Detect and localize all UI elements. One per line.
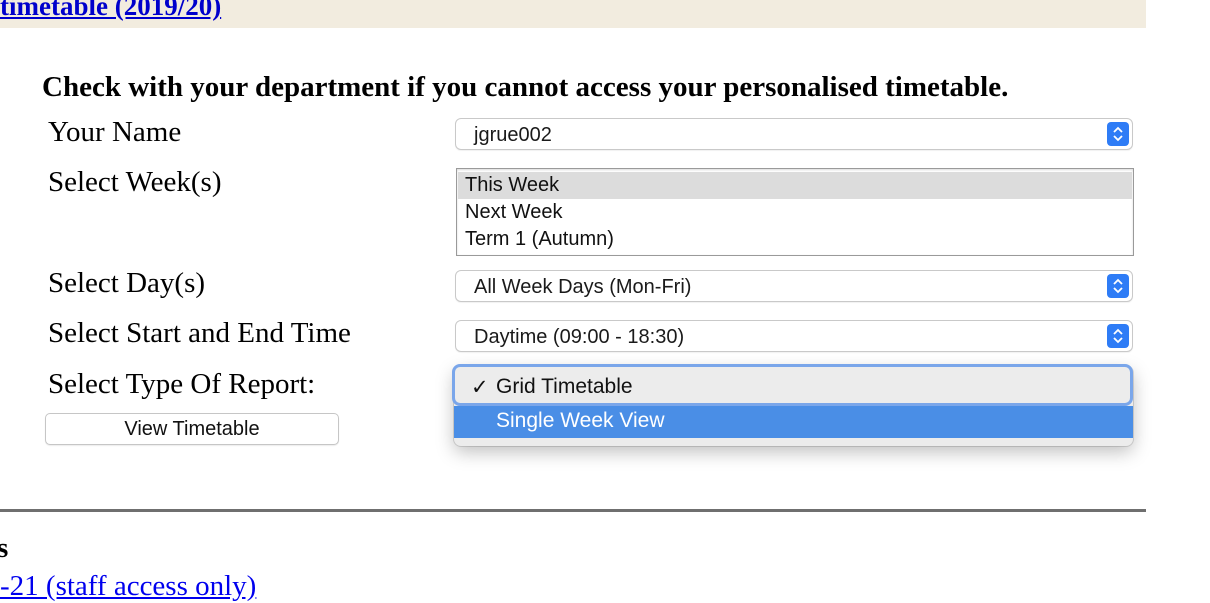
time-value: Daytime (09:00 - 18:30) — [474, 326, 685, 348]
days-select[interactable]: All Week Days (Mon-Fri) — [455, 270, 1133, 302]
weeks-option[interactable]: Next Week — [458, 199, 1132, 226]
staff-timetable-link[interactable]: -21 (staff access only) — [0, 570, 256, 603]
menu-item-grid-timetable[interactable]: ✓ Grid Timetable — [454, 375, 1133, 405]
weeks-option[interactable]: Term 1 (Autumn) — [458, 226, 1132, 253]
select-time-label: Select Start and End Time — [48, 317, 351, 349]
select-weeks-label: Select Week(s) — [48, 166, 222, 198]
time-select[interactable]: Daytime (09:00 - 18:30) — [455, 320, 1133, 352]
weeks-option[interactable]: This Week — [458, 172, 1132, 199]
your-name-label: Your Name — [48, 116, 182, 148]
chevron-up-down-icon — [1107, 122, 1129, 146]
menu-item-label: Grid Timetable — [496, 375, 633, 398]
menu-item-label: Single Week View — [496, 409, 665, 432]
menu-item-single-week-view[interactable]: Single Week View — [454, 406, 1133, 438]
checkmark-icon: ✓ — [471, 376, 489, 399]
page-heading: Check with your department if you cannot… — [42, 71, 1009, 103]
select-days-label: Select Day(s) — [48, 267, 206, 299]
report-type-dropdown-menu[interactable]: ✓ Grid Timetable Single Week View — [452, 364, 1133, 446]
chevron-up-down-icon — [1107, 274, 1129, 298]
timetable-link[interactable]: timetable (2019/20) — [0, 0, 221, 22]
view-timetable-button[interactable]: View Timetable — [45, 413, 339, 445]
header-bar: timetable (2019/20) — [0, 0, 1146, 28]
section-heading-fragment: s — [0, 532, 9, 564]
your-name-select[interactable]: jgrue002 — [455, 118, 1133, 150]
weeks-listbox[interactable]: This Week Next Week Term 1 (Autumn) — [456, 168, 1134, 256]
divider — [0, 509, 1146, 512]
select-report-type-label: Select Type Of Report: — [48, 368, 316, 400]
your-name-value: jgrue002 — [474, 124, 552, 146]
chevron-up-down-icon — [1107, 324, 1129, 348]
days-value: All Week Days (Mon-Fri) — [474, 276, 692, 298]
